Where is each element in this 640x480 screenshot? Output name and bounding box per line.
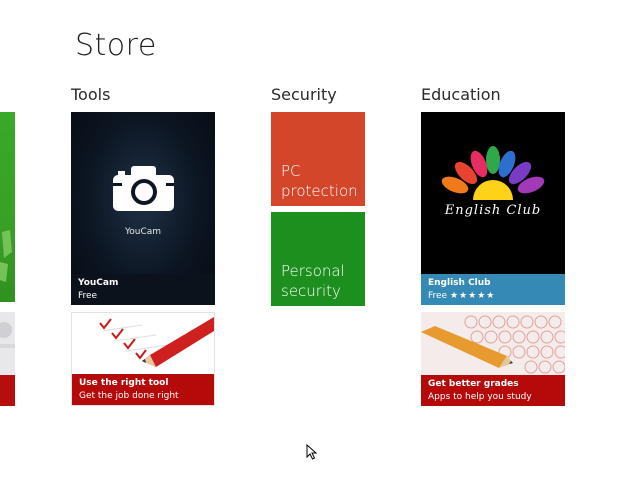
page-title: Store	[75, 28, 157, 63]
category-tile-pc-protection[interactable]: PC protection	[271, 112, 365, 206]
star-rating-icon: ★★★★★	[449, 291, 496, 301]
group-title-education[interactable]: Education	[421, 85, 501, 104]
promo-tile-right-tool[interactable]: Use the right tool Get the job done righ…	[71, 312, 215, 406]
group-title-security[interactable]: Security	[271, 85, 337, 104]
tile-title: Use the right tool	[79, 378, 169, 388]
tile-caption: YouCam Free	[71, 274, 215, 305]
app-tile-youcam[interactable]: YouCam YouCam Free	[71, 112, 215, 305]
partial-tile-graphic	[0, 230, 12, 282]
tile-caption: English Club Free ★★★★★	[421, 274, 565, 305]
flower-logo-icon	[441, 146, 545, 200]
app-tile-english-club[interactable]: English Club English Club Free ★★★★★	[421, 112, 565, 305]
category-tile-personal-security[interactable]: Personal security	[271, 212, 365, 306]
tile-subtitle: Free ★★★★★	[428, 290, 558, 302]
group-title-tools[interactable]: Tools	[71, 85, 110, 104]
camera-icon	[113, 166, 174, 211]
partial-tile-caption-bar	[0, 375, 15, 406]
tile-caption: Use the right tool Get the job done righ…	[72, 374, 214, 405]
partial-tile-image[interactable]	[0, 312, 15, 406]
tile-subtitle: Get the job done right	[79, 391, 179, 401]
tile-title: English Club	[428, 278, 491, 288]
tile-title: Get better grades	[428, 379, 519, 389]
mouse-cursor-icon	[306, 444, 318, 460]
english-club-logo-text: English Club	[444, 203, 542, 218]
price-label: Free	[428, 291, 448, 301]
answer-sheet-pencil-image	[421, 315, 565, 374]
youcam-logo-label: YouCam	[124, 227, 162, 237]
promo-tile-better-grades[interactable]: Get better grades Apps to help you study	[421, 312, 565, 406]
tile-caption: Get better grades Apps to help you study	[421, 375, 565, 406]
tile-label: Personal security	[281, 262, 345, 300]
tile-subtitle: Free	[78, 291, 98, 301]
tile-subtitle: Apps to help you study	[428, 392, 532, 402]
partial-tile-green[interactable]	[0, 112, 15, 302]
checklist-pencil-image	[99, 317, 214, 367]
partial-tile-graphic	[0, 322, 15, 348]
tile-label: PC protection	[281, 162, 358, 200]
tile-title: YouCam	[78, 278, 119, 288]
